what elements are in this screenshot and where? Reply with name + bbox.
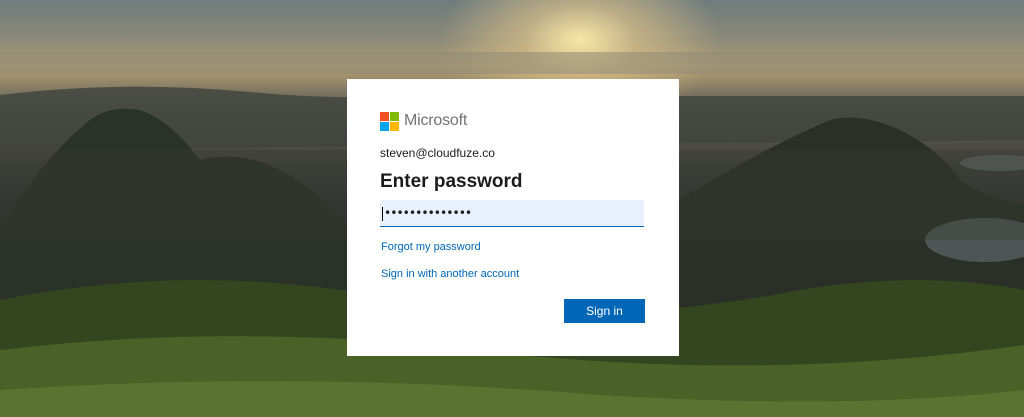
password-masked-value: •••••••••••••• bbox=[384, 206, 472, 220]
password-input[interactable]: •••••••••••••• bbox=[380, 200, 644, 227]
microsoft-logo-icon bbox=[380, 111, 399, 131]
brand-name: Microsoft bbox=[404, 112, 468, 129]
microsoft-logo: Microsoft bbox=[380, 111, 467, 131]
account-email: steven@cloudfuze.co bbox=[380, 146, 495, 160]
text-caret bbox=[382, 206, 383, 221]
sign-in-card: Microsoft steven@cloudfuze.co Enter pass… bbox=[347, 79, 679, 356]
sign-in-button[interactable]: Sign in bbox=[564, 299, 645, 323]
page-title: Enter password bbox=[380, 171, 523, 192]
forgot-password-link[interactable]: Forgot my password bbox=[381, 241, 481, 253]
other-account-link[interactable]: Sign in with another account bbox=[381, 268, 519, 280]
